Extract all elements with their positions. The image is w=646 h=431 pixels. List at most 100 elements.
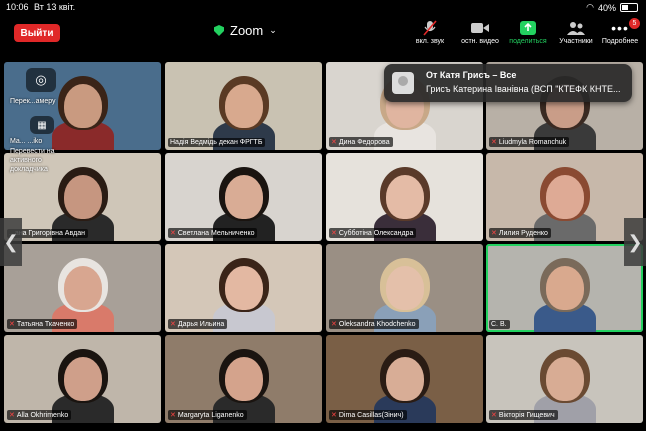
participant-nameplate: С. В.: [489, 320, 510, 329]
more-label: Подробнее: [601, 38, 639, 45]
meeting-toolbar: Выйти Zoom ⌄ вкл. звук остн. видео подел…: [0, 14, 646, 58]
participant-face: [386, 175, 424, 219]
participant-nameplate: ✕ Margaryta Liganenko: [168, 410, 247, 420]
meeting-title-label: Zoom: [230, 23, 264, 38]
status-time: 10:06: [6, 2, 29, 12]
status-date: Вт 13 квіт.: [34, 2, 76, 12]
participant-name: Margaryta Liganenko: [177, 411, 244, 419]
participant-name: Oleksandra Khodchenko: [338, 320, 416, 328]
participant-name: Дарья Ильина: [177, 320, 225, 328]
participant-face: [64, 175, 102, 219]
participant-name: Субботіна Олександра: [338, 229, 414, 237]
raise-label: Ma... ...iko: [10, 138, 43, 145]
participant-name: Светлана Мельниченко: [177, 229, 255, 237]
status-right: ◠ 40%: [586, 2, 638, 13]
mic-muted-icon: [402, 18, 458, 38]
notification-badge: 5: [629, 18, 640, 29]
unmute-label: вкл. звук: [415, 38, 445, 45]
participant-nameplate: ✕ Дина Федорова: [329, 137, 393, 147]
notification-message: Грисъ Катерина Іванівна (ВСП "КТЕФК КНТЕ…: [426, 84, 621, 94]
mic-muted-icon: ✕: [170, 412, 176, 419]
share-label: поделиться: [509, 38, 547, 45]
video-tile[interactable]: ✕ Светлана Мельниченко: [165, 153, 322, 241]
chevron-down-icon: ⌄: [269, 25, 277, 35]
next-page-button[interactable]: ❯: [624, 218, 646, 266]
chat-notification[interactable]: От Катя Грисъ – Все Грисъ Катерина Івані…: [384, 64, 632, 102]
video-tile[interactable]: ✕ Oleksandra Khodchenko: [326, 244, 483, 332]
participant-nameplate: ✕ Лилия Руденко: [489, 228, 551, 238]
status-bar: 10:06 Вт 13 квіт. ◠ 40%: [0, 0, 646, 14]
participant-nameplate: ✕ Oleksandra Khodchenko: [329, 319, 419, 329]
participant-nameplate: ✕ Субботіна Олександра: [329, 228, 417, 238]
grid-view-button[interactable]: ▦: [30, 116, 54, 134]
notification-title: От Катя Грисъ – Все: [426, 70, 517, 80]
participant-face: [225, 266, 263, 310]
chevron-right-icon: ❯: [627, 231, 643, 252]
video-tile[interactable]: С. В.: [486, 244, 643, 332]
mic-muted-icon: ✕: [9, 412, 15, 419]
participant-face: [64, 266, 102, 310]
mic-muted-icon: ✕: [331, 412, 337, 419]
participant-face: [225, 357, 263, 401]
mic-muted-icon: ✕: [491, 412, 497, 419]
mic-muted-icon: ✕: [9, 321, 15, 328]
switch-camera-label: Перек...амеру: [10, 98, 56, 105]
avatar: [392, 72, 414, 94]
mic-muted-icon: ✕: [491, 139, 497, 146]
switch-camera-button[interactable]: ◎: [26, 68, 56, 92]
gallery-grid: Надія Ведмідь декан ФРГТБ ✕ Дина Федорова ✕…: [4, 62, 643, 428]
participant-face: [64, 84, 102, 128]
participant-face: [64, 357, 102, 401]
video-tile[interactable]: ✕ Татьяна Ткаченко: [4, 244, 161, 332]
active-speaker-note: Перевести на активного докладчика: [10, 148, 55, 173]
video-tile[interactable]: ✕ Лилия Руденко: [486, 153, 643, 241]
participant-name: Liudmyla Romanchuk: [498, 138, 567, 146]
participant-nameplate: ✕ Вікторія Гищевич: [489, 410, 558, 420]
participant-face: [546, 175, 584, 219]
participant-name: Лилия Руденко: [498, 229, 548, 237]
participant-name: Alla Okhrimenko: [16, 411, 69, 419]
participant-name: Dima Casillas(Зінич): [338, 411, 404, 419]
shield-icon: [214, 25, 224, 36]
participant-nameplate: ✕ Татьяна Ткаченко: [7, 319, 78, 329]
mic-muted-icon: ✕: [170, 230, 176, 237]
mic-muted-icon: ✕: [331, 230, 337, 237]
participant-name: Надія Ведмідь декан ФРГТБ: [170, 139, 263, 146]
leave-button[interactable]: Выйти: [14, 24, 60, 42]
participant-nameplate: ✕ Alla Okhrimenko: [7, 410, 72, 420]
video-tile[interactable]: ✕ Alla Okhrimenko: [4, 335, 161, 423]
participant-nameplate: ✕ Дарья Ильина: [168, 319, 228, 329]
participant-nameplate: ✕ Dima Casillas(Зінич): [329, 410, 407, 420]
participant-nameplate: ✕ Светлана Мельниченко: [168, 228, 258, 238]
mic-muted-icon: ✕: [491, 230, 497, 237]
participant-face: [225, 84, 263, 128]
participant-face: [225, 175, 263, 219]
meeting-title[interactable]: Zoom ⌄: [214, 23, 277, 38]
participant-face: [546, 266, 584, 310]
prev-page-button[interactable]: ❮: [0, 218, 22, 266]
video-tile[interactable]: ✕ Dima Casillas(Зінич): [326, 335, 483, 423]
video-tile[interactable]: ✕ Субботіна Олександра: [326, 153, 483, 241]
participant-name: Вікторія Гищевич: [498, 411, 555, 419]
unmute-button[interactable]: вкл. звук: [402, 18, 458, 52]
participant-face: [386, 357, 424, 401]
chevron-left-icon: ❮: [3, 231, 19, 252]
mic-muted-icon: ✕: [331, 139, 337, 146]
video-tile[interactable]: ✕ Margaryta Liganenko: [165, 335, 322, 423]
grid-icon: ▦: [37, 119, 47, 131]
video-tile[interactable]: ✕ Вікторія Гищевич: [486, 335, 643, 423]
mic-muted-icon: ✕: [170, 321, 176, 328]
video-label: остн. видео: [461, 38, 499, 45]
participant-name: С. В.: [491, 321, 507, 328]
video-tile[interactable]: Надія Ведмідь декан ФРГТБ: [165, 62, 322, 150]
more-button[interactable]: ••• Подробнее 5: [592, 18, 646, 52]
mic-muted-icon: ✕: [331, 321, 337, 328]
video-tile[interactable]: ✕ Дарья Ильина: [165, 244, 322, 332]
battery-percent: 40%: [597, 2, 616, 13]
participant-nameplate: ✕ Liudmyla Romanchuk: [489, 137, 570, 147]
participants-label: Участники: [559, 38, 593, 45]
battery-icon: [620, 3, 638, 12]
participant-face: [386, 266, 424, 310]
camera-icon: ◎: [35, 72, 47, 87]
participant-face: [546, 357, 584, 401]
